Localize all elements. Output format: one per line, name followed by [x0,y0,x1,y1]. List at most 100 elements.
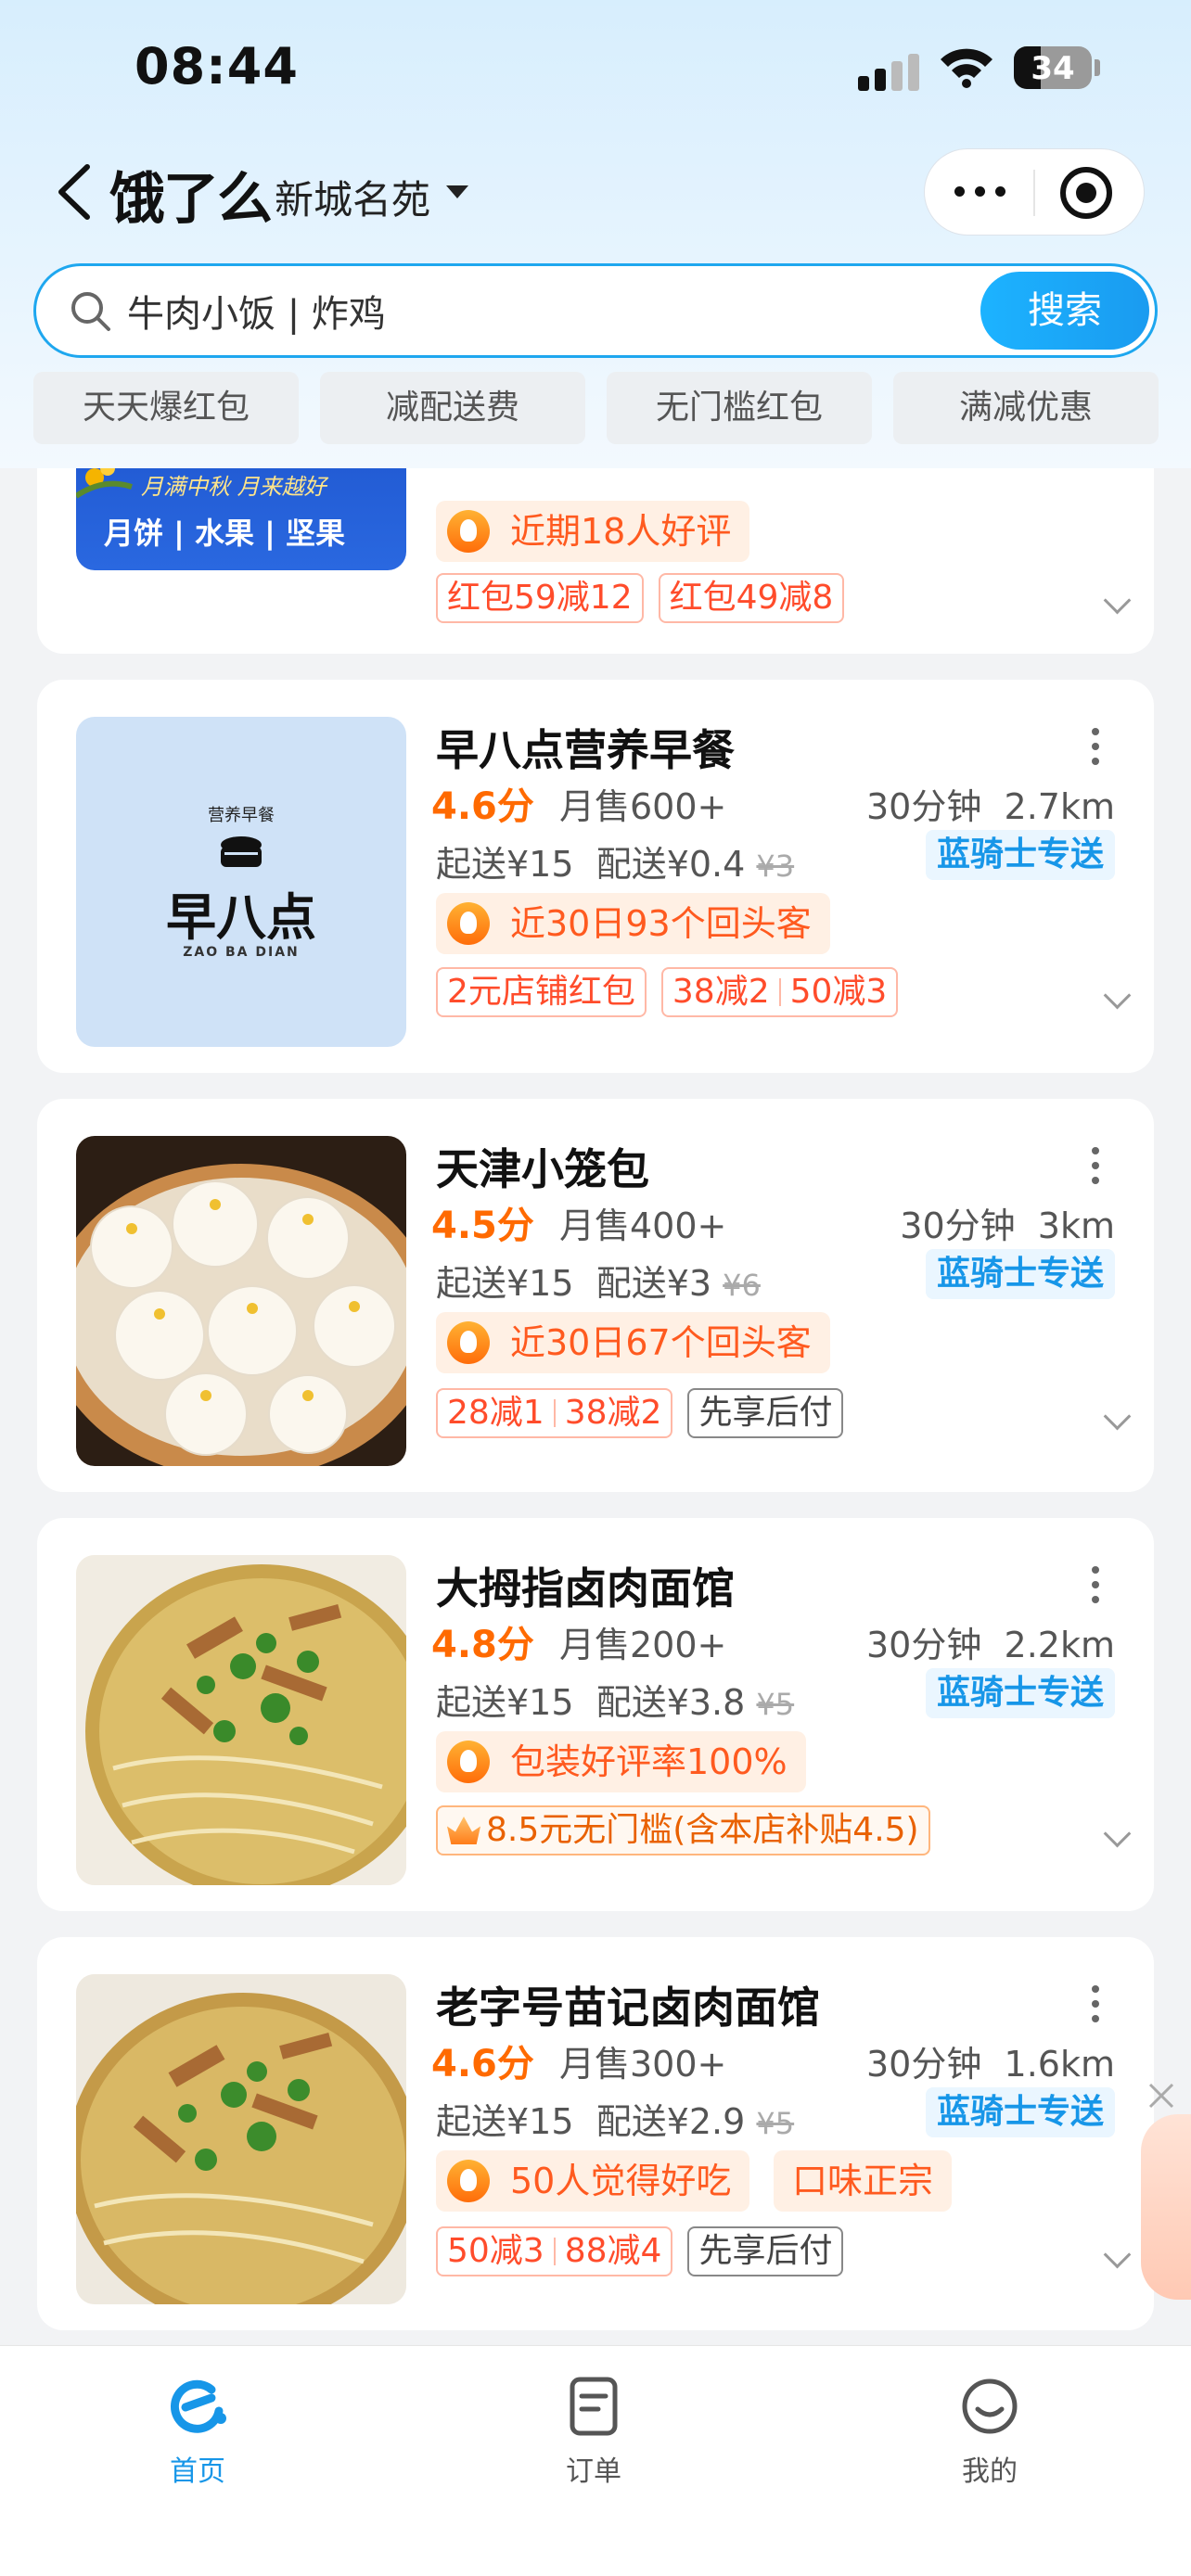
time-distance: 30分钟 2.7km [866,786,1115,827]
tab-orders-label: 订单 [566,2455,621,2488]
flame-icon [447,1321,490,1364]
rider-badge: 蓝骑士专送 [925,830,1115,880]
shop-banner-image: 月满中秋 月来越好 月饼 | 水果 | 坚果 [76,468,406,570]
chevron-down-icon[interactable] [1104,2252,1130,2269]
shop-card[interactable]: 天津小笼包 4.5分 月售400+ 30分钟 3km 起送¥15 配送¥3 ¥6… [37,1099,1154,1492]
shop-card-partial[interactable]: 月满中秋 月来越好 月饼 | 水果 | 坚果 近期18人好评 红包59减12 红… [37,468,1154,654]
banner-script: 月满中秋 月来越好 [141,474,327,500]
more-dots-icon[interactable] [953,179,1008,207]
chevron-down-icon[interactable] [1104,1831,1130,1848]
more-vertical-icon[interactable] [1090,728,1099,769]
fee-info: 起送¥15 配送¥2.9 ¥5 [436,2101,795,2142]
close-target-icon[interactable] [1060,167,1112,219]
cellular-signal-icon [858,48,923,91]
chevron-down-icon[interactable] [1104,598,1130,615]
highlight-badge: 50人觉得好吃 [436,2150,750,2212]
address-selector[interactable]: 新城名苑 [275,169,430,225]
search-input[interactable] [127,287,962,335]
filter-chip-no-threshold[interactable]: 无门槛红包 [607,372,872,444]
tab-home-label: 首页 [170,2455,225,2488]
shop-feed: 月满中秋 月来越好 月饼 | 水果 | 坚果 近期18人好评 红包59减12 红… [0,468,1191,2345]
highlight-badge: 近30日93个回头客 [436,893,830,954]
time-distance: 30分钟 1.6km [866,2044,1115,2085]
thumbs-up-icon [447,2160,490,2202]
highlight-badge: 近期18人好评 [436,501,750,562]
shop-photo-noodles [76,1555,406,1885]
filter-chip-reduced-delivery[interactable]: 减配送费 [320,372,585,444]
tab-orders[interactable]: 订单 [501,2374,686,2489]
wifi-icon [941,48,992,88]
search-bar: 搜索 [33,263,1158,358]
floating-promo-widget[interactable] [1141,2114,1191,2300]
battery-icon: 34 [1014,46,1092,89]
mini-program-capsule [924,148,1145,236]
promo-tags: 2元店铺红包 38减2 50减3 [436,967,899,1017]
flame-icon [447,510,490,553]
search-button[interactable]: 搜索 [980,272,1149,350]
shop-rating: 4.5分 [431,1205,534,1247]
logo-main-text: 早八点 [166,888,316,947]
shop-rating: 4.6分 [431,785,534,828]
promo-tag: 50减3 88减4 [436,2226,673,2276]
shop-photo-noodles [76,1974,406,2304]
shop-name[interactable]: 早八点营养早餐 [436,717,735,778]
close-icon[interactable] [1143,2077,1180,2114]
home-e-icon [171,2379,226,2433]
chevron-down-icon[interactable] [1104,1414,1130,1431]
promo-tags: 红包59减12 红包49减8 [436,573,845,623]
promo-tag: 红包49减8 [658,573,845,623]
thumbs-up-icon [447,1741,490,1783]
logo-sub-text: ZAO BA DIAN [183,945,300,960]
rider-badge: 蓝骑士专送 [925,2087,1115,2137]
highlight-badge: 近30日67个回头客 [436,1312,830,1373]
rider-badge: 蓝骑士专送 [925,1668,1115,1718]
caret-down-icon[interactable] [446,185,468,198]
filter-chip-discounts[interactable]: 满减优惠 [893,372,1159,444]
shop-rating: 4.8分 [431,1624,534,1666]
highlight-text: 50人觉得好吃 [510,2161,732,2201]
promo-tag: 38减2 50减3 [660,967,899,1017]
shop-name[interactable]: 老字号苗记卤肉面馆 [436,1974,820,2035]
monthly-sales: 月售600+ [559,786,727,827]
more-vertical-icon[interactable] [1090,1147,1099,1188]
bottom-tab-bar: 首页 订单 我的 [0,2345,1191,2576]
logo-top-text: 营养早餐 [208,806,275,825]
shop-name[interactable]: 大拇指卤肉面馆 [436,1555,735,1616]
time-distance: 30分钟 2.2km [866,1625,1115,1665]
banner-text: 月饼 | 水果 | 坚果 [104,516,345,551]
chevron-down-icon[interactable] [1104,993,1130,1010]
shop-photo-xiaolongbao [76,1136,406,1466]
app-logo: 饿了么 [109,167,273,232]
promo-tags: 8.5元无门槛(含本店补贴4.5) [436,1805,930,1855]
monthly-sales: 月售200+ [559,1625,727,1665]
order-list-icon [570,2377,618,2436]
xiaolongbao-illustration [76,1164,406,1466]
shop-card[interactable]: 大拇指卤肉面馆 4.8分 月售200+ 30分钟 2.2km 起送¥15 配送¥… [37,1518,1154,1911]
shop-card[interactable]: 老字号苗记卤肉面馆 4.6分 月售300+ 30分钟 1.6km 起送¥15 配… [37,1937,1154,2330]
monthly-sales: 月售300+ [559,2044,727,2085]
more-vertical-icon[interactable] [1090,1566,1099,1607]
highlight-text: 近30日93个回头客 [510,903,812,944]
back-arrow-icon[interactable] [52,159,96,224]
shop-card[interactable]: 营养早餐 早八点 ZAO BA DIAN 早八点营养早餐 4.6分 月售600+… [37,680,1154,1073]
shop-name[interactable]: 天津小笼包 [436,1136,649,1197]
filter-chip-red-packet[interactable]: 天天爆红包 [33,372,299,444]
capsule-divider [1033,170,1035,216]
promo-tag: 28减1 38减2 [436,1388,673,1438]
shop-rating: 4.6分 [431,2043,534,2085]
tab-profile[interactable]: 我的 [897,2374,1082,2489]
coupon-tag: 8.5元无门槛(含本店补贴4.5) [436,1805,930,1855]
tab-home[interactable]: 首页 [105,2374,290,2489]
smile-face-icon [962,2378,1018,2434]
promo-tag: 红包59减12 [436,573,644,623]
top-header: 08:44 34 饿了么 新城名苑 搜索 天天爆红包 减配送费 无门槛红包 满减… [0,0,1191,468]
time-distance: 30分钟 3km [900,1205,1115,1246]
highlight-text: 近30日67个回头客 [510,1322,812,1363]
promo-tags: 50减3 88减4 先享后付 [436,2226,844,2276]
flame-icon [447,902,490,945]
rider-badge: 蓝骑士专送 [925,1249,1115,1299]
noodle-bowl-illustration [76,1555,406,1885]
highlight-text: 包装好评率100% [510,1741,788,1782]
more-vertical-icon[interactable] [1090,1985,1099,2026]
taste-badge: 口味正宗 [774,2150,953,2212]
